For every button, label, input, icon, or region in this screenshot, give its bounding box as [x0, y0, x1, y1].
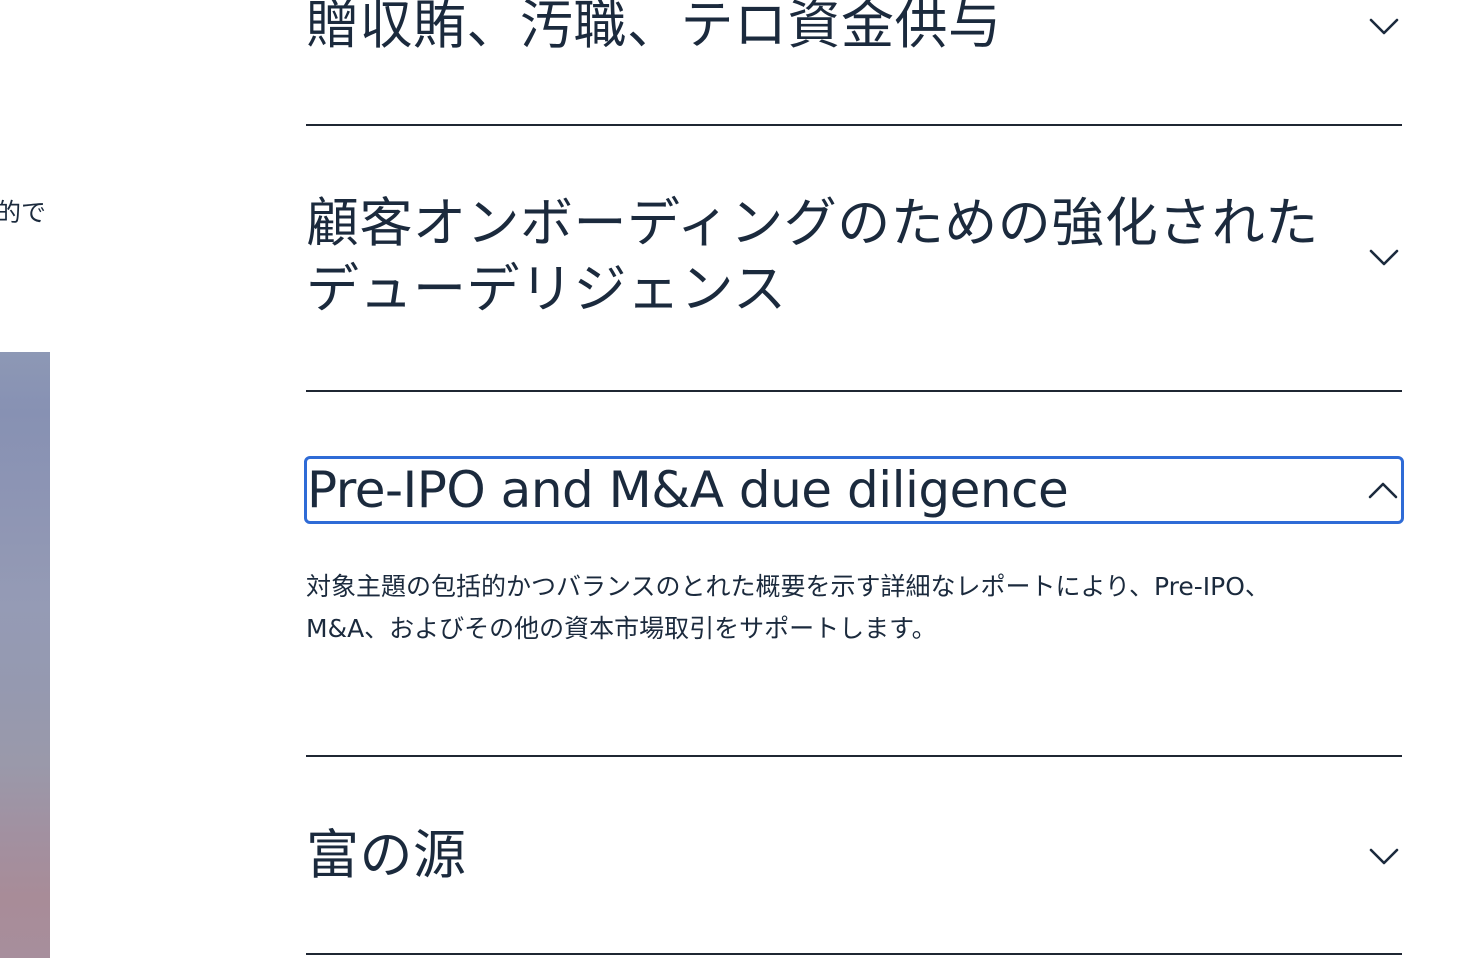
left-column-text-fragment: 的で [0, 196, 46, 230]
accordion-title: Pre-IPO and M&A due diligence [307, 461, 1069, 519]
side-photo [0, 352, 50, 958]
chevron-up-icon [1365, 472, 1401, 508]
accordion-title: 顧客オンボーディングのための強化されたデューデリジェンス [306, 193, 1319, 320]
accordion-title: 富の源 [306, 825, 467, 886]
accordion: 贈収賄、汚職、テロ資金供与 顧客オンボーディングのための強化されたデューデリジェ… [304, 0, 1404, 955]
page: 的で 贈収賄、汚職、テロ資金供与 顧客オンボーディングのための強化されたデューデ… [0, 0, 1484, 958]
chevron-down-icon [1366, 239, 1402, 275]
accordion-header-enhanced-due-diligence[interactable]: 顧客オンボーディングのための強化されたデューデリジェンス [306, 191, 1402, 323]
accordion-item-bribery: 贈収賄、汚職、テロ資金供与 [306, 0, 1402, 126]
chevron-down-icon [1366, 8, 1402, 44]
accordion-body-pre-ipo: 対象主題の包括的かつバランスのとれた概要を示す詳細なレポートにより、Pre-IP… [306, 572, 1270, 643]
accordion-header-pre-ipo[interactable]: Pre-IPO and M&A due diligence [304, 456, 1404, 524]
chevron-down-icon [1366, 838, 1402, 874]
accordion-item-source-of-wealth: 富の源 [306, 757, 1402, 955]
accordion-header-source-of-wealth[interactable]: 富の源 [306, 823, 1402, 889]
accordion-item-pre-ipo: Pre-IPO and M&A due diligence 対象主題の包括的かつ… [304, 392, 1404, 757]
left-column-text: 的で [0, 198, 47, 227]
accordion-header-bribery[interactable]: 贈収賄、汚職、テロ資金供与 [306, 0, 1402, 59]
accordion-item-enhanced-due-diligence: 顧客オンボーディングのための強化されたデューデリジェンス [306, 126, 1402, 392]
accordion-title: 贈収賄、汚職、テロ資金供与 [306, 0, 1002, 56]
